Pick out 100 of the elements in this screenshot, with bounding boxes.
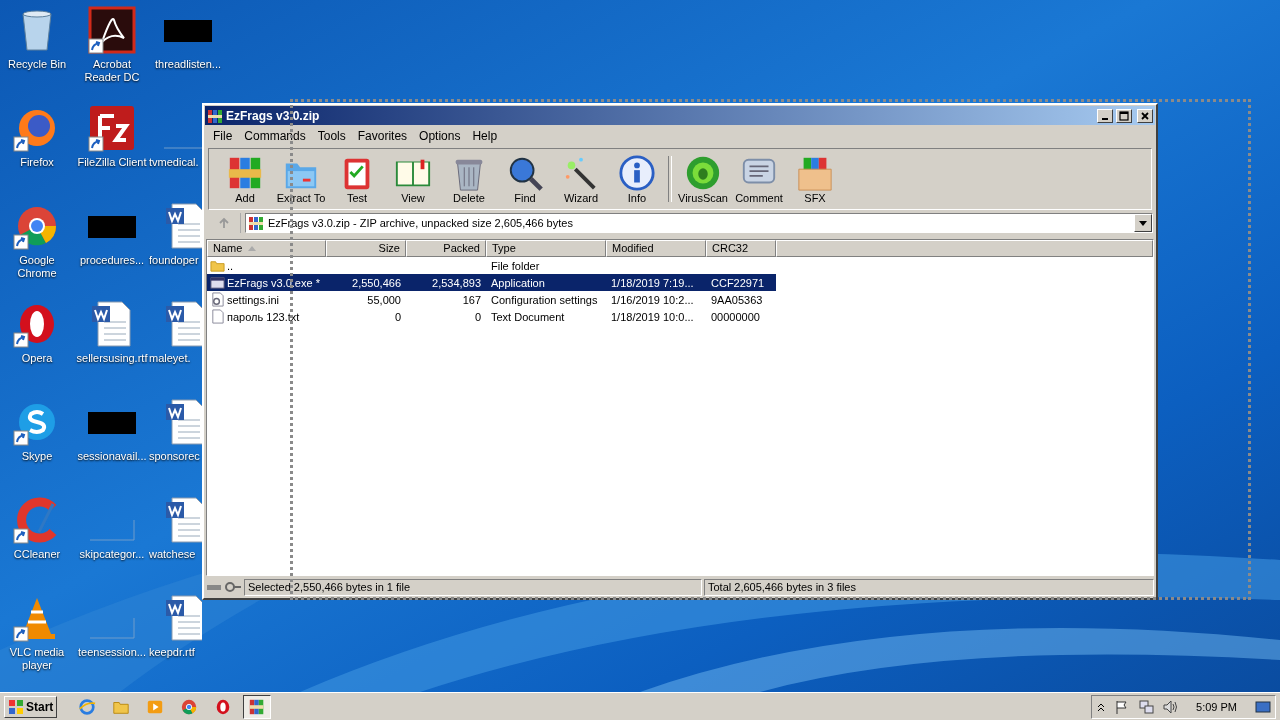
table-cell: 0 [394,310,401,323]
toolbar-button[interactable]: Comment [731,154,787,204]
minimize-button[interactable] [1097,108,1113,123]
toolbar-button[interactable]: VirusScan [675,154,731,204]
menu-item[interactable]: Favorites [351,129,414,143]
column-header[interactable]: Name [207,240,326,257]
app-icon[interactable] [88,104,136,152]
icon-label: Acrobat Reader DC [83,58,141,84]
table-cell: Configuration settings [491,293,598,306]
clock[interactable]: 5:09 PM [1196,700,1237,713]
table-cell: 2,534,893 [432,276,481,289]
toolbar-button[interactable]: SFX [787,154,843,204]
icon-label: procedures... [78,254,146,267]
up-arrow-icon [217,217,230,229]
volume-icon[interactable] [1162,698,1179,715]
table-cell: 1/18/2019 10:0... [611,310,694,323]
table-cell: settings.ini [227,293,279,306]
show-hidden-icon[interactable] [1096,701,1107,712]
icon-label: threadlisten... [153,58,222,71]
table-cell: 9AA05363 [711,293,763,306]
sort-arrow-icon [248,246,257,251]
application-icon [210,275,225,290]
network-icon[interactable] [1138,698,1155,715]
table-cell: CCF22971 [711,276,765,289]
app-icon[interactable] [88,6,136,54]
toolbar-button[interactable]: Info [609,154,665,204]
menu-item[interactable]: Help [466,129,504,143]
table-cell: 1/18/2019 7:19... [611,276,694,289]
table-cell: 2,550,466 [352,276,401,289]
table-cell: 55,000 [367,293,401,306]
icon-label: Google Chrome [16,254,58,280]
address-field[interactable]: EzFrags v3.0.zip - ZIP archive, unpacked size 2,605,466 bytes [245,213,1153,233]
status-text: Total 2,605,466 bytes in 3 files [704,578,1154,596]
archive-app-icon [207,107,223,124]
archive-icon [248,215,264,231]
table-cell: Text Document [491,310,565,323]
icon-label: sessionavail... [76,450,148,463]
icon-label: keepdr.rtf [149,646,195,659]
caret-icon [1139,220,1147,226]
icon-label: Opera [20,352,54,365]
minimize-icon [1102,117,1108,120]
menu-item[interactable]: Commands [238,129,312,143]
maximize-icon [1119,110,1129,121]
table-cell: EzFrags v3.0.exe * [227,276,320,289]
menu-item[interactable]: Tools [311,129,352,143]
table-cell: 00000000 [711,310,760,323]
icon-label: sellersusing.rtf [75,352,149,365]
toolbar-button[interactable]: Wizard [553,154,609,204]
column-header[interactable]: Packed [406,240,486,257]
show-desktop-icon[interactable] [1255,698,1271,715]
icon-label: sponsorec [149,450,200,463]
table-cell: 0 [474,310,481,323]
icon-label: maleyet. [149,352,191,365]
icon-label: watchese [149,548,196,561]
icon-label: foundoper [149,254,199,267]
toolbar-button[interactable]: Test [329,154,385,204]
column-header[interactable]: Size [326,240,406,257]
icon-label: skipcategor... [78,548,146,561]
file-row[interactable]: .. File folder [207,257,776,274]
file-row[interactable]: settings.ini 55,000 167 Configuration settings 1/16/2019 10:2... 9AA05363 [207,291,776,308]
file-row[interactable]: пароль 123.txt 0 0 Text Document 1/18/2019 10:0... 00000000 [207,308,776,325]
icon-label: CCleaner [12,548,62,561]
table-cell: .. [227,259,234,272]
toolbar-button[interactable]: Add [217,154,273,204]
window-title: EzFrags v3.0.zip [226,108,320,123]
table-cell: Application [491,276,545,289]
table-cell: File folder [491,259,540,272]
maximize-button[interactable] [1116,108,1132,123]
info-icon [618,154,656,192]
icon-label: teensession... [77,646,147,659]
drive-key-icon [206,581,242,593]
settings-file-icon [210,292,225,307]
icon-label: Recycle Bin [6,58,68,71]
icon-label: Firefox [19,156,55,169]
taskbar-app-button[interactable] [243,694,272,719]
table-cell: 167 [462,293,481,306]
column-header[interactable]: Type [486,240,606,257]
icon-label: FileZilla Client [76,156,148,169]
browser-icon [180,697,199,716]
toolbar-button[interactable]: View [385,154,441,204]
icon-label: Skype [20,450,54,463]
menu-item[interactable]: Options [413,129,467,143]
file-row[interactable]: EzFrags v3.0.exe * 2,550,466 2,534,893 Application 1/18/2019 7:19... CCF22971 [207,274,776,291]
bug-icon [684,154,722,192]
dropdown-button[interactable] [1134,214,1152,232]
browser-icon [78,697,97,716]
column-header[interactable]: CRC32 [706,240,776,257]
menu-item[interactable]: File [207,129,239,143]
toolbar-button[interactable]: Find [497,154,553,204]
windows-logo-icon [8,698,24,715]
text-file-icon [210,309,225,324]
toolbar-button[interactable]: Delete [441,154,497,204]
start-button[interactable]: Start [4,695,58,718]
table-cell: 1/16/2019 10:2... [611,293,694,306]
column-header[interactable]: Modified [606,240,706,257]
icon-label: VLC media player [8,646,66,672]
close-icon [1140,110,1150,121]
table-cell: пароль 123.txt [227,310,300,323]
icon-label: tvmedical. [149,156,199,169]
close-button[interactable] [1137,108,1153,123]
